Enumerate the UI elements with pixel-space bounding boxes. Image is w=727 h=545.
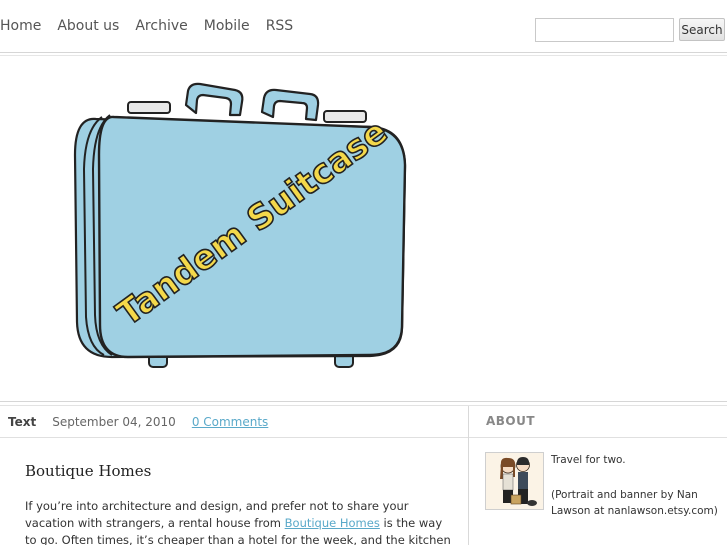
about-tagline: Travel for two. xyxy=(551,454,626,466)
post-meta-bar: Text September 04, 2010 0 Comments xyxy=(0,406,469,438)
nav-link-about-us[interactable]: About us xyxy=(57,18,119,34)
nav-link-archive[interactable]: Archive xyxy=(135,18,187,34)
about-credits: (Portrait and banner by Nan Lawson at na… xyxy=(551,489,718,517)
post-body: If you’re into architecture and design, … xyxy=(25,498,455,545)
boutique-homes-link[interactable]: Boutique Homes xyxy=(285,516,380,530)
post-type-label: Text xyxy=(8,414,37,429)
search-button[interactable]: Search xyxy=(679,18,725,41)
post-comments-link[interactable]: 0 Comments xyxy=(192,415,269,429)
nav-link-rss[interactable]: RSS xyxy=(266,18,294,34)
search-input[interactable] xyxy=(535,18,674,42)
top-navigation-bar: Home About us Archive Mobile RSS Search xyxy=(0,0,727,56)
about-heading: ABOUT xyxy=(486,414,536,428)
main-nav: Home About us Archive Mobile RSS xyxy=(0,18,309,34)
site-banner[interactable]: Tandem Suitcase xyxy=(0,57,727,401)
post-title[interactable]: Boutique Homes xyxy=(25,462,151,480)
nav-link-mobile[interactable]: Mobile xyxy=(204,18,250,34)
suitcase-logo-image: Tandem Suitcase xyxy=(73,82,407,368)
sidebar-about-header: ABOUT xyxy=(469,406,727,438)
post-date: September 04, 2010 xyxy=(52,414,176,429)
portrait-image xyxy=(485,452,544,510)
nav-link-home[interactable]: Home xyxy=(0,18,41,34)
couple-illustration xyxy=(486,453,543,509)
